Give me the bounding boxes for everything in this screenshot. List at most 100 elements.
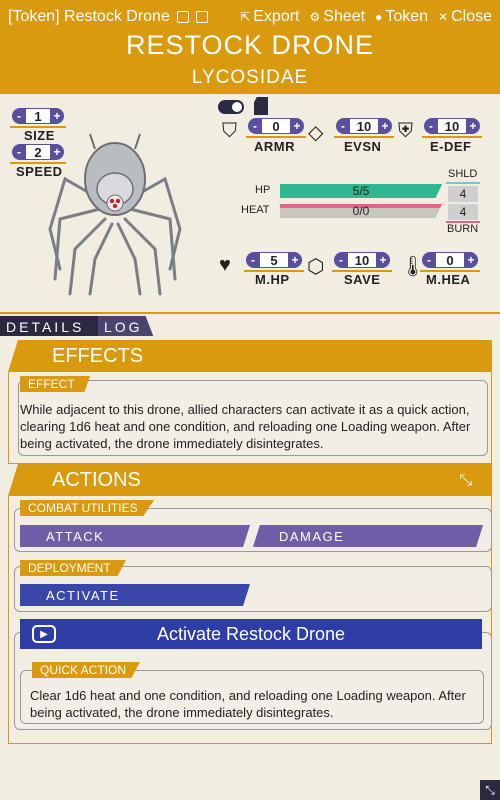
combat-utilities-label: COMBAT UTILITIES: [20, 500, 154, 516]
gear-icon: ⚙: [309, 10, 321, 24]
speed-label: SPEED: [16, 164, 63, 179]
shield-icon: ⛉: [222, 120, 237, 142]
resize-handle-icon[interactable]: ⤡: [480, 780, 500, 800]
save-stepper: - 10 +: [334, 252, 390, 268]
tab-bar: DETAILS LOG: [0, 312, 500, 338]
damage-button[interactable]: DAMAGE: [253, 525, 483, 547]
unit-class: LYCOSIDAE: [191, 67, 309, 88]
token-label: Token: [385, 8, 429, 25]
size-label: SIZE: [24, 128, 55, 143]
max-hp-stepper: - 5 +: [246, 252, 302, 268]
heat-value: 0/0: [352, 204, 370, 218]
speed-decrease-button[interactable]: -: [12, 144, 26, 160]
evasion-underline: [334, 136, 394, 138]
evasion-label: EVSN: [344, 139, 382, 154]
speed-underline: [10, 162, 66, 164]
close-button[interactable]: ✕ Close: [438, 8, 492, 26]
armor-value: 0: [262, 118, 290, 134]
export-label: Export: [253, 8, 300, 25]
speed-value: 2: [26, 144, 50, 160]
max-hp-label: M.HP: [255, 272, 290, 287]
structure-icon: [254, 97, 268, 115]
close-label: Close: [451, 8, 492, 25]
evasion-icon: ◇: [308, 122, 324, 144]
actions-header: ACTIONS ⤡: [8, 464, 492, 496]
header-bar: [Token] Restock Drone ⇱ Export ⚙ Sheet ● To…: [0, 0, 500, 94]
export-button[interactable]: ⇱ Export: [240, 8, 299, 26]
effect-subheader: EFFECT: [20, 376, 90, 392]
book-icon[interactable]: [176, 11, 189, 23]
toggle-switch[interactable]: [218, 100, 244, 114]
quick-action-text: Clear 1d6 heat and one condition, and re…: [30, 688, 466, 720]
tab-details[interactable]: DETAILS: [0, 316, 98, 338]
size-decrease-button[interactable]: -: [12, 108, 26, 124]
activate-button[interactable]: ACTIVATE: [20, 584, 250, 606]
evasion-increase-button[interactable]: +: [378, 118, 392, 134]
window-actions: ⇱ Export ⚙ Sheet ● Token ✕ Close: [240, 8, 492, 26]
burn-value[interactable]: 4: [448, 204, 478, 220]
heat-label: HEAT: [241, 204, 270, 216]
edef-increase-button[interactable]: +: [466, 118, 480, 134]
max-heat-increase-button[interactable]: +: [464, 252, 478, 268]
save-increase-button[interactable]: +: [376, 252, 390, 268]
evasion-decrease-button[interactable]: -: [336, 118, 350, 134]
save-decrease-button[interactable]: -: [334, 252, 348, 268]
edef-stepper: - 10 +: [424, 118, 480, 134]
export-icon: ⇱: [240, 10, 251, 24]
max-hp-increase-button[interactable]: +: [288, 252, 302, 268]
window-title: [Token] Restock Drone: [8, 8, 208, 26]
size-value: 1: [26, 108, 50, 124]
edef-decrease-button[interactable]: -: [424, 118, 438, 134]
max-heat-value: 0: [436, 252, 464, 268]
shield-value[interactable]: 4: [448, 186, 478, 202]
collapse-icon[interactable]: ⤡: [459, 472, 472, 490]
save-value: 10: [348, 252, 376, 268]
max-hp-value: 5: [260, 252, 288, 268]
edef-label: E-DEF: [430, 139, 472, 154]
user-icon: ●: [375, 10, 383, 24]
sheet-button[interactable]: ⚙ Sheet: [310, 8, 366, 26]
size-increase-button[interactable]: +: [50, 108, 64, 124]
edef-value: 10: [438, 118, 466, 134]
armor-label: ARMR: [254, 139, 295, 154]
activate-detail-title: Activate Restock Drone: [156, 623, 346, 644]
hp-label: HP: [255, 184, 271, 196]
effect-text: While adjacent to this drone, allied cha…: [20, 402, 471, 451]
sheet-label: Sheet: [323, 8, 366, 25]
speed-stepper: - 2 +: [12, 144, 64, 160]
max-hp-decrease-button[interactable]: -: [246, 252, 260, 268]
image-icon[interactable]: [195, 11, 208, 23]
quick-action-label: QUICK ACTION: [32, 662, 140, 678]
edef-icon: ⛨: [398, 120, 413, 142]
evasion-value: 10: [350, 118, 378, 134]
details-content: EFFECTS EFFECT While adjacent to this dr…: [0, 336, 500, 800]
window-title-text: [Token] Restock Drone: [8, 8, 170, 25]
armor-decrease-button[interactable]: -: [248, 118, 262, 134]
shield-line: [446, 182, 480, 184]
effects-header: EFFECTS: [8, 340, 492, 372]
shield-label: SHLD: [448, 168, 478, 180]
evasion-stepper: - 10 +: [336, 118, 392, 134]
save-icon: ⬡: [307, 256, 325, 278]
size-stepper: - 1 +: [12, 108, 64, 124]
armor-increase-button[interactable]: +: [290, 118, 304, 134]
size-underline: [10, 126, 66, 128]
hp-value: 5/5: [352, 184, 370, 198]
activate-action-icon: ▶: [32, 625, 56, 643]
save-label: SAVE: [344, 272, 381, 287]
max-heat-stepper: - 0 +: [422, 252, 478, 268]
max-heat-decrease-button[interactable]: -: [422, 252, 436, 268]
effects-title: EFFECTS: [52, 344, 144, 367]
heart-icon: ♥: [219, 254, 231, 276]
tab-log[interactable]: LOG: [98, 316, 154, 338]
token-button[interactable]: ● Token: [375, 8, 428, 26]
attack-button[interactable]: ATTACK: [20, 525, 250, 547]
speed-increase-button[interactable]: +: [50, 144, 64, 160]
armor-underline: [246, 136, 306, 138]
armor-stepper: - 0 +: [248, 118, 304, 134]
edef-underline: [422, 136, 482, 138]
deployment-label: DEPLOYMENT: [20, 560, 126, 576]
unit-name: RESTOCK DRONE: [125, 30, 375, 60]
burn-label: BURN: [447, 223, 479, 235]
actions-title: ACTIONS: [52, 468, 141, 491]
